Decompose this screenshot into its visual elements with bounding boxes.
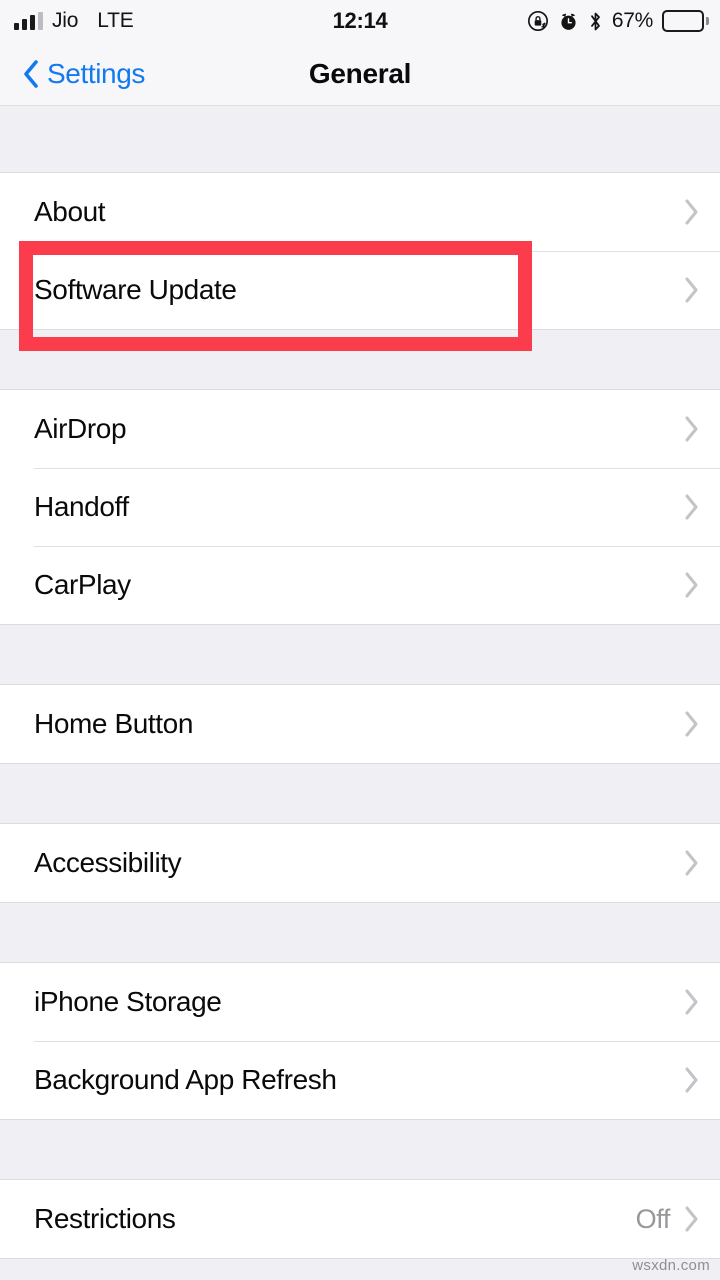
settings-row-background-app-refresh[interactable]: Background App Refresh bbox=[0, 1041, 720, 1119]
chevron-right-icon bbox=[684, 710, 700, 738]
chevron-right-icon bbox=[684, 1205, 700, 1233]
row-accessory bbox=[684, 493, 700, 521]
status-bar-right: 67% bbox=[527, 9, 709, 33]
settings-row-iphone-storage[interactable]: iPhone Storage bbox=[0, 963, 720, 1041]
rotation-lock-icon bbox=[527, 10, 549, 32]
chevron-right-icon bbox=[684, 849, 700, 877]
settings-row-about[interactable]: About bbox=[0, 173, 720, 251]
iphone-settings-general-screen: Jio LTE 12:14 67% Settings General About… bbox=[0, 0, 720, 1280]
row-label: About bbox=[34, 196, 106, 227]
bluetooth-icon bbox=[588, 10, 603, 33]
settings-row-restrictions[interactable]: Restrictions Off bbox=[0, 1180, 720, 1258]
row-accessory bbox=[684, 198, 700, 226]
section-gap bbox=[0, 330, 720, 389]
chevron-right-icon bbox=[684, 571, 700, 599]
row-accessory bbox=[684, 988, 700, 1016]
settings-list: About Software Update AirDrop Handoff Ca… bbox=[0, 106, 720, 1259]
row-label: iPhone Storage bbox=[34, 986, 222, 1017]
chevron-right-icon bbox=[684, 493, 700, 521]
row-value: Off bbox=[635, 1203, 671, 1234]
section-gap bbox=[0, 764, 720, 823]
section-gap bbox=[0, 1120, 720, 1179]
settings-row-carplay[interactable]: CarPlay bbox=[0, 546, 720, 624]
row-accessory bbox=[684, 710, 700, 738]
row-label: Accessibility bbox=[34, 847, 182, 878]
row-accessory bbox=[684, 571, 700, 599]
settings-group-sharing: AirDrop Handoff CarPlay bbox=[0, 389, 720, 625]
chevron-right-icon bbox=[684, 988, 700, 1016]
settings-row-handoff[interactable]: Handoff bbox=[0, 468, 720, 546]
page-title: General bbox=[308, 58, 412, 89]
row-label: CarPlay bbox=[34, 569, 131, 600]
section-gap bbox=[0, 903, 720, 962]
battery-icon bbox=[662, 10, 709, 32]
row-label: Home Button bbox=[34, 708, 194, 739]
navigation-bar: Settings General bbox=[0, 42, 720, 106]
section-gap bbox=[0, 625, 720, 684]
battery-percent-label: 67% bbox=[611, 9, 653, 32]
settings-group-storage: iPhone Storage Background App Refresh bbox=[0, 962, 720, 1120]
chevron-right-icon bbox=[684, 415, 700, 443]
row-accessory bbox=[684, 1066, 700, 1094]
chevron-right-icon bbox=[684, 276, 700, 304]
row-label: Handoff bbox=[34, 491, 129, 522]
settings-row-home-button[interactable]: Home Button bbox=[0, 685, 720, 763]
row-accessory: Off bbox=[636, 1204, 700, 1235]
row-accessory bbox=[684, 415, 700, 443]
row-label: Background App Refresh bbox=[34, 1064, 337, 1095]
alarm-clock-icon bbox=[558, 11, 579, 32]
settings-group-accessibility: Accessibility bbox=[0, 823, 720, 903]
watermark: wsxdn.com bbox=[632, 1257, 710, 1274]
settings-row-accessibility[interactable]: Accessibility bbox=[0, 824, 720, 902]
row-label: Software Update bbox=[34, 274, 237, 305]
settings-group-about: About Software Update bbox=[0, 172, 720, 330]
section-gap bbox=[0, 106, 720, 172]
settings-group-restrictions: Restrictions Off bbox=[0, 1179, 720, 1259]
settings-row-airdrop[interactable]: AirDrop bbox=[0, 390, 720, 468]
chevron-right-icon bbox=[684, 1066, 700, 1094]
chevron-right-icon bbox=[684, 198, 700, 226]
row-label: AirDrop bbox=[34, 413, 127, 444]
settings-row-software-update[interactable]: Software Update bbox=[0, 251, 720, 329]
row-accessory bbox=[684, 849, 700, 877]
row-accessory bbox=[684, 276, 700, 304]
status-bar: Jio LTE 12:14 67% bbox=[0, 0, 720, 42]
row-label: Restrictions bbox=[34, 1203, 176, 1234]
settings-group-home-button: Home Button bbox=[0, 684, 720, 764]
